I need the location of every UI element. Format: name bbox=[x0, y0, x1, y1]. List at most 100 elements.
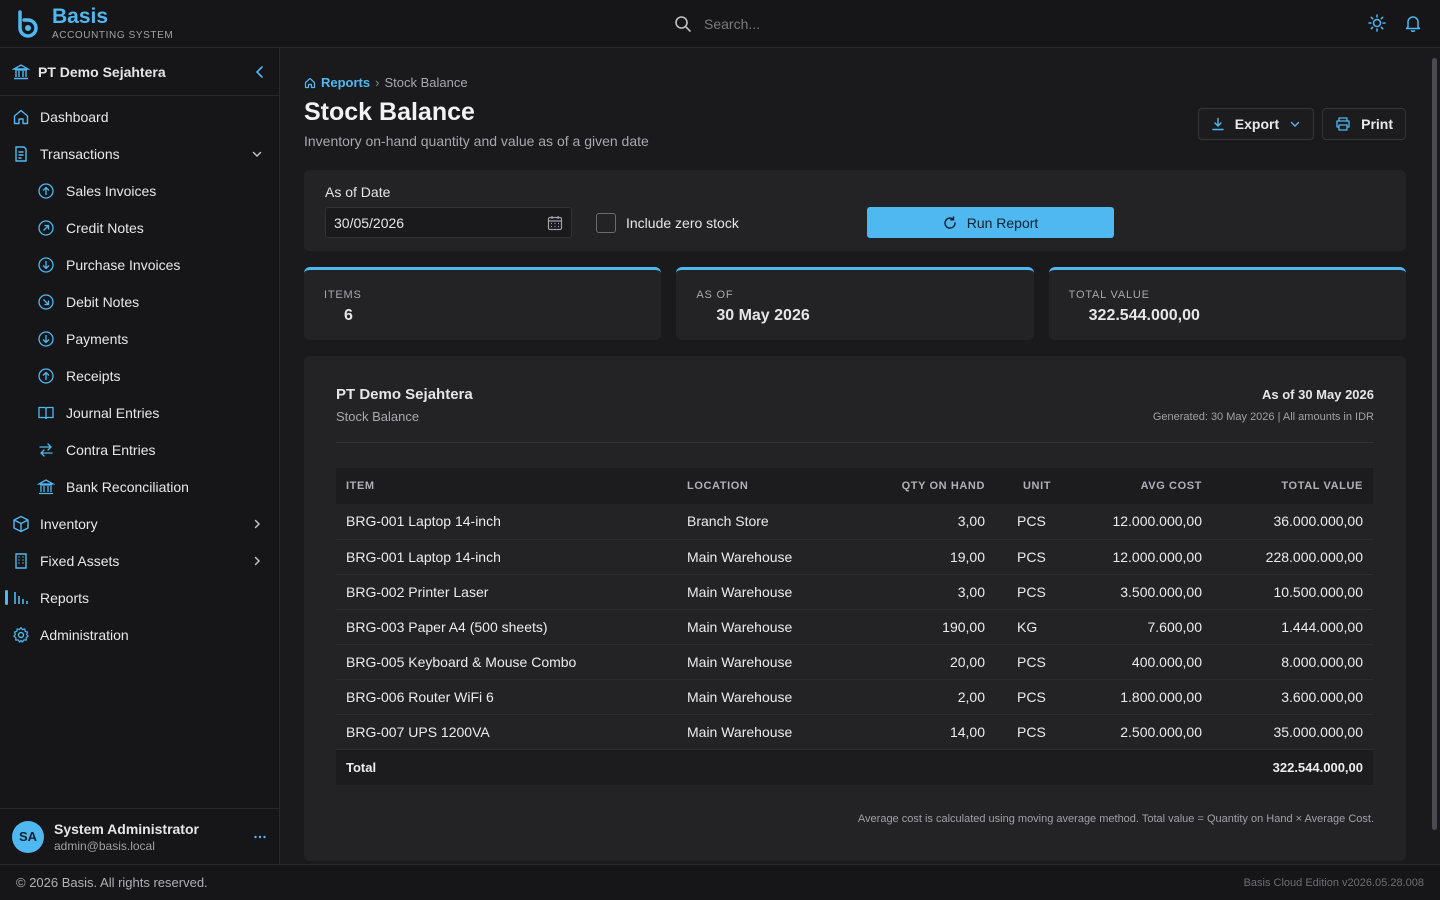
brand[interactable]: Basis ACCOUNTING SYSTEM bbox=[52, 6, 173, 42]
checkbox-box[interactable] bbox=[596, 213, 616, 233]
sidebar-item-label: Reports bbox=[40, 589, 90, 606]
sidebar-item-label: Sales Invoices bbox=[66, 182, 157, 199]
bank-icon bbox=[12, 63, 30, 79]
user-profile[interactable]: SA System Administrator admin@basis.loca… bbox=[0, 808, 279, 864]
company-name: PT Demo Sejahtera bbox=[38, 63, 166, 80]
cell-qty: 190,00 bbox=[942, 618, 985, 635]
report-company: PT Demo Sejahtera bbox=[336, 386, 473, 403]
search-input[interactable] bbox=[704, 16, 964, 32]
empty-cell bbox=[1072, 749, 1212, 785]
sidebar-item-receipts[interactable]: Receipts bbox=[0, 357, 279, 394]
cell-item: BRG-006 Router WiFi 6 bbox=[346, 688, 494, 705]
chevron-down-icon bbox=[1290, 121, 1300, 127]
sidebar-item-label: Transactions bbox=[40, 145, 120, 162]
chevron-left-icon[interactable] bbox=[253, 65, 267, 79]
cell-total-value: 8.000.000,00 bbox=[1281, 653, 1363, 670]
stat-value: 322.544.000,00 bbox=[1088, 307, 1200, 324]
cell-total-value: 10.500.000,00 bbox=[1273, 583, 1363, 600]
company-switcher[interactable]: PT Demo Sejahtera bbox=[0, 48, 279, 96]
sidebar-item-transactions[interactable]: Transactions bbox=[0, 135, 279, 172]
cell-total-value: 3.600.000,00 bbox=[1281, 688, 1363, 705]
as-of-date-input[interactable]: 30/05/2026 bbox=[325, 207, 572, 238]
scrollbar[interactable] bbox=[1432, 58, 1437, 830]
box-icon bbox=[12, 515, 30, 533]
empty-cell bbox=[995, 749, 1072, 785]
chevron-right-icon bbox=[254, 519, 261, 528]
cell-location: Main Warehouse bbox=[687, 653, 793, 670]
cell-item: BRG-001 Laptop 14-inch bbox=[346, 548, 501, 565]
table-row: BRG-001 Laptop 14-inch Main Warehouse 19… bbox=[336, 539, 1373, 574]
footer-copyright: © 2026 Basis. All rights reserved. bbox=[16, 875, 208, 890]
search-bar[interactable] bbox=[674, 12, 994, 36]
sidebar-item-payments[interactable]: Payments bbox=[0, 320, 279, 357]
cell-item: BRG-001 Laptop 14-inch bbox=[346, 513, 501, 530]
document-icon bbox=[12, 145, 30, 163]
footer-version: Basis Cloud Edition v2026.05.28.008 bbox=[1243, 876, 1424, 889]
user-email: admin@basis.local bbox=[54, 838, 155, 853]
stock-balance-table: ITEM LOCATION QTY ON HAND UNIT AVG COST … bbox=[336, 468, 1373, 785]
cell-location: Main Warehouse bbox=[687, 688, 793, 705]
sidebar-item-administration[interactable]: Administration bbox=[0, 616, 279, 653]
sidebar-item-contra-entries[interactable]: Contra Entries bbox=[0, 431, 279, 468]
stat-label: AS OF bbox=[696, 289, 734, 301]
breadcrumb-reports-link[interactable]: Reports bbox=[321, 75, 370, 90]
home-icon[interactable] bbox=[304, 77, 316, 89]
sidebar-item-label: Fixed Assets bbox=[40, 552, 120, 569]
cell-item: BRG-005 Keyboard & Mouse Combo bbox=[346, 653, 577, 670]
sidebar-item-inventory[interactable]: Inventory bbox=[0, 505, 279, 542]
sun-icon[interactable] bbox=[1368, 14, 1386, 32]
include-zero-label: Include zero stock bbox=[626, 215, 739, 231]
sidebar-item-label: Receipts bbox=[66, 367, 121, 384]
sidebar-item-dashboard[interactable]: Dashboard bbox=[0, 98, 279, 135]
sidebar-item-journal-entries[interactable]: Journal Entries bbox=[0, 394, 279, 431]
filter-panel: As of Date 30/05/2026 Include zero stock… bbox=[304, 170, 1406, 251]
sidebar-item-label: Inventory bbox=[40, 515, 98, 532]
table-row: BRG-005 Keyboard & Mouse Combo Main Ware… bbox=[336, 644, 1373, 679]
sidebar-item-fixed-assets[interactable]: Fixed Assets bbox=[0, 542, 279, 579]
report-header: PT Demo Sejahtera Stock Balance As of 30… bbox=[336, 386, 1374, 443]
arrow-down-circle-icon bbox=[37, 330, 55, 348]
cell-avg-cost: 7.600,00 bbox=[1147, 618, 1203, 635]
cell-total-value: 1.444.000,00 bbox=[1281, 618, 1363, 635]
basis-logo-icon bbox=[18, 10, 38, 38]
export-button[interactable]: Export bbox=[1197, 108, 1315, 140]
cell-avg-cost: 2.500.000,00 bbox=[1120, 723, 1202, 740]
print-button[interactable]: Print bbox=[1322, 108, 1406, 140]
more-horizontal-icon[interactable] bbox=[253, 830, 267, 844]
cell-location: Main Warehouse bbox=[687, 583, 793, 600]
sidebar-item-reports[interactable]: Reports bbox=[0, 579, 279, 616]
sidebar-item-sales-invoices[interactable]: Sales Invoices bbox=[0, 172, 279, 209]
cell-item: BRG-003 Paper A4 (500 sheets) bbox=[346, 618, 548, 635]
swap-arrows-icon bbox=[37, 441, 55, 459]
date-label: As of Date bbox=[325, 184, 391, 200]
column-header-total-value: TOTAL VALUE bbox=[1281, 480, 1363, 492]
sidebar-item-label: Dashboard bbox=[40, 108, 109, 125]
breadcrumb: Reports › Stock Balance bbox=[304, 75, 1406, 90]
sidebar-item-credit-notes[interactable]: Credit Notes bbox=[0, 209, 279, 246]
sidebar-item-label: Credit Notes bbox=[66, 219, 144, 236]
cell-qty: 14,00 bbox=[949, 723, 985, 740]
table-total-row: Total 322.544.000,00 bbox=[336, 749, 1373, 785]
cell-unit: PCS bbox=[1017, 653, 1046, 670]
sidebar-item-purchase-invoices[interactable]: Purchase Invoices bbox=[0, 246, 279, 283]
cell-qty: 3,00 bbox=[957, 583, 985, 600]
run-report-button[interactable]: Run Report bbox=[867, 207, 1114, 238]
cell-location: Main Warehouse bbox=[687, 618, 793, 635]
sidebar-item-label: Journal Entries bbox=[66, 404, 160, 421]
sidebar-item-debit-notes[interactable]: Debit Notes bbox=[0, 283, 279, 320]
cell-item: BRG-002 Printer Laser bbox=[346, 583, 489, 600]
breadcrumb-current: Stock Balance bbox=[384, 75, 468, 90]
sidebar-item-bank-reconciliation[interactable]: Bank Reconciliation bbox=[0, 468, 279, 505]
search-icon bbox=[675, 16, 691, 32]
user-name: System Administrator bbox=[54, 820, 199, 837]
calendar-icon[interactable] bbox=[547, 215, 563, 231]
cell-avg-cost: 400.000,00 bbox=[1131, 653, 1202, 670]
gear-icon bbox=[12, 626, 30, 644]
cell-unit: KG bbox=[1017, 618, 1038, 635]
cell-qty: 20,00 bbox=[949, 653, 985, 670]
cell-unit: PCS bbox=[1017, 513, 1046, 530]
bell-icon[interactable] bbox=[1404, 14, 1422, 32]
sidebar-item-label: Debit Notes bbox=[66, 293, 140, 310]
include-zero-stock-checkbox[interactable]: Include zero stock bbox=[596, 213, 739, 233]
arrow-down-right-circle-icon bbox=[37, 293, 55, 311]
